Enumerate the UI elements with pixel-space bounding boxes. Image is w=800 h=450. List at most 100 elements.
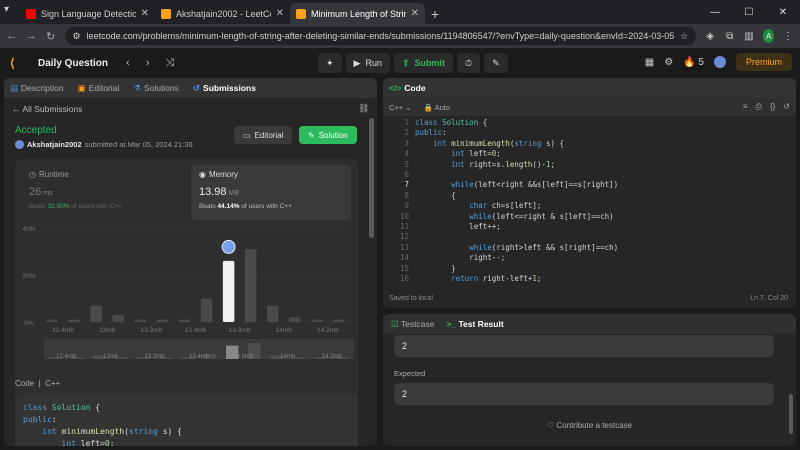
leetcode-logo-icon[interactable]: ⟨ xyxy=(10,56,24,70)
tab-title: Minimum Length of String After xyxy=(311,8,406,19)
forward-icon[interactable]: → xyxy=(26,30,38,42)
browser-tab-active[interactable]: Minimum Length of String After ✕ xyxy=(290,3,425,24)
tab-submissions[interactable]: ↺ Submissions xyxy=(193,83,256,94)
problem-list-title[interactable]: Daily Question xyxy=(38,58,108,69)
back-label: All Submissions xyxy=(22,103,83,114)
overview-tick-label: 13mb xyxy=(103,354,119,360)
chart-bar[interactable] xyxy=(333,319,345,322)
chart-bar[interactable] xyxy=(289,317,301,322)
code-line[interactable]: left++; xyxy=(415,222,501,232)
chart-bar[interactable] xyxy=(200,298,213,323)
chart-bar[interactable] xyxy=(311,319,323,322)
editorial-button[interactable]: ▭ Editorial xyxy=(234,126,293,144)
streak-counter[interactable]: 🔥 5 xyxy=(683,57,704,68)
chart-bar[interactable] xyxy=(112,314,124,322)
scrollbar[interactable] xyxy=(789,394,793,434)
shuffle-icon[interactable]: ⤨ xyxy=(165,57,174,70)
settings-gear-icon[interactable]: ⚙ xyxy=(664,57,673,68)
notes-list-icon[interactable]: ≡ xyxy=(743,102,748,112)
chart-bar[interactable] xyxy=(90,305,102,322)
code-tab[interactable]: </> Code xyxy=(389,83,426,93)
minimize-icon[interactable]: — xyxy=(698,0,732,24)
bookmark-icon[interactable]: ⎙ xyxy=(756,102,762,112)
reload-icon[interactable]: ↻ xyxy=(45,30,57,43)
notes-icon[interactable]: ✎ xyxy=(484,53,508,73)
chart-bar[interactable] xyxy=(68,319,80,322)
lock-icon: 🔒 xyxy=(423,102,433,112)
tab-editorial[interactable]: ▣ Editorial xyxy=(78,83,120,94)
close-icon[interactable]: ✕ xyxy=(276,8,284,19)
code-line[interactable]: } xyxy=(415,264,456,274)
code-line[interactable]: while(left<right &&s[left]==s[right]) xyxy=(415,180,618,190)
code-line[interactable]: char ch=s[left]; xyxy=(415,201,541,211)
contribute-testcase-link[interactable]: ♡ Contribute a testcase xyxy=(383,421,796,430)
code-line[interactable]: public: xyxy=(415,128,447,138)
braces-icon[interactable]: {} xyxy=(770,102,775,112)
code-line[interactable]: while(left<=right & s[left]==ch) xyxy=(415,212,614,222)
tab-solutions[interactable]: ⚗ Solutions xyxy=(133,83,179,94)
reset-icon[interactable]: ↺ xyxy=(783,102,790,112)
run-button[interactable]: ▶ Run xyxy=(345,53,390,73)
browser-tab[interactable]: Sign Language Detection / Pyth ✕ xyxy=(20,3,155,24)
profile-avatar[interactable]: A xyxy=(762,29,775,43)
overview-tick-label: 13.8mb xyxy=(233,354,254,360)
tab-search-icon[interactable]: ▾ xyxy=(4,4,9,15)
chart-bar[interactable] xyxy=(46,319,58,322)
new-tab-button[interactable]: + xyxy=(425,4,445,24)
user-avatar[interactable] xyxy=(713,56,726,68)
chart-bar[interactable] xyxy=(267,305,279,322)
chart-bar[interactable] xyxy=(156,319,169,322)
debug-icon[interactable]: ✦ xyxy=(318,53,342,73)
language-select[interactable]: C++ ⌄ xyxy=(389,103,412,112)
code-line[interactable]: while(right>left && s[right]==ch) xyxy=(415,243,618,253)
prev-problem-icon[interactable]: ‹ xyxy=(126,57,130,70)
premium-button[interactable]: Premium xyxy=(735,53,792,71)
chart-bar[interactable] xyxy=(222,260,235,322)
leetcode-header: ⟨ Daily Question ‹ › ⤨ ✦ ▶ Run ⇪ Submit ⏱ … xyxy=(0,48,800,78)
all-submissions-link[interactable]: ← All Submissions xyxy=(12,104,82,114)
maximize-icon[interactable]: ☐ xyxy=(732,0,766,24)
tab-test-result[interactable]: >_ Test Result xyxy=(446,319,503,329)
browser-tab[interactable]: Akshatjain2002 - LeetCode Prof ✕ xyxy=(155,3,290,24)
code-line[interactable]: { xyxy=(415,191,456,201)
solution-button[interactable]: ✎ Solution xyxy=(299,126,357,144)
extensions-puzzle-icon[interactable]: ⧉ xyxy=(724,29,736,43)
code-editor[interactable]: 1 class Solution {2 public: 3 int minimumLe… xyxy=(383,118,796,286)
back-icon[interactable]: ← xyxy=(6,30,18,42)
bookmark-star-icon[interactable]: ☆ xyxy=(680,31,688,42)
scrollbar[interactable] xyxy=(369,118,374,238)
code-line[interactable]: return right-left+1; xyxy=(415,274,541,284)
timer-icon[interactable]: ⏱ xyxy=(457,53,481,73)
tab-testcase[interactable]: ☑ Testcase xyxy=(391,319,434,330)
code-line[interactable]: class Solution { xyxy=(415,118,487,128)
extension-icon[interactable]: ◈ xyxy=(704,29,716,43)
site-info-icon[interactable]: ⚙ xyxy=(73,31,81,42)
x-tick-label: 13.8mb xyxy=(229,327,251,334)
code-label: Code xyxy=(15,379,35,388)
run-label: Run xyxy=(365,58,382,68)
code-line[interactable]: int minimumLength(string s) { xyxy=(415,139,564,149)
link-icon[interactable]: ⛓ xyxy=(358,103,369,114)
status-accepted: Accepted xyxy=(15,125,57,136)
code-line[interactable]: int right=s.length()-1; xyxy=(415,160,555,170)
layout-grid-icon[interactable]: ▦ xyxy=(645,57,654,68)
history-icon: ↺ xyxy=(192,82,201,93)
auto-mode[interactable]: 🔒 Auto xyxy=(424,103,450,112)
x-tick-label: 12.4mb xyxy=(52,327,74,334)
chart-bar[interactable] xyxy=(134,319,147,322)
chart-bar[interactable] xyxy=(244,249,257,322)
next-problem-icon[interactable]: › xyxy=(146,57,150,70)
code-line[interactable]: right--; xyxy=(415,253,505,263)
chart-bar[interactable] xyxy=(178,319,191,322)
code-line[interactable]: int left=0; xyxy=(415,149,501,159)
url-field[interactable]: ⚙ leetcode.com/problems/minimum-length-o… xyxy=(64,27,697,45)
sidebar-icon[interactable]: ▥ xyxy=(743,29,755,43)
close-icon[interactable]: ✕ xyxy=(411,8,419,19)
code-preview: class Solution { public: int minimumLeng… xyxy=(15,394,358,446)
submit-button[interactable]: ⇪ Submit xyxy=(393,53,454,73)
tab-description[interactable]: ▤ Description xyxy=(10,83,64,94)
username[interactable]: Akshatjain2002 xyxy=(27,140,82,149)
close-window-icon[interactable]: ✕ xyxy=(766,0,800,24)
more-menu-icon[interactable]: ⋮ xyxy=(782,29,794,43)
close-icon[interactable]: ✕ xyxy=(141,8,149,19)
